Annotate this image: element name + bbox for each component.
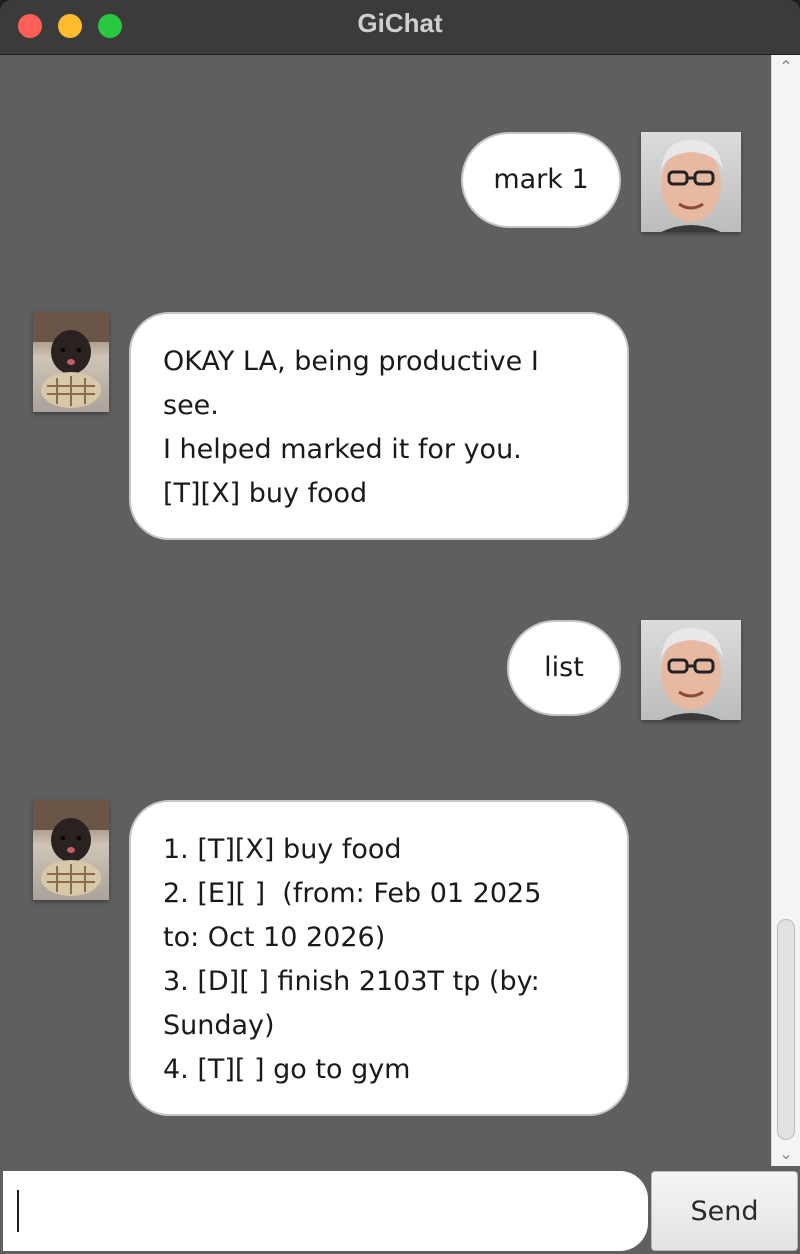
window-title: GiChat — [357, 8, 443, 38]
send-button[interactable]: Send — [651, 1171, 798, 1251]
bot-message-bubble: 1. [T][X] buy food 2. [E][ ] (from: Feb … — [129, 800, 629, 1116]
message-line: [T][X] buy food — [163, 478, 368, 509]
message-text: mark 1 — [493, 164, 589, 195]
message-input[interactable] — [3, 1171, 648, 1251]
message-line: to: Oct 10 2026) — [163, 922, 386, 953]
user-avatar — [641, 620, 741, 720]
message-line: I helped marked it for you. — [163, 434, 522, 465]
scroll-up-icon[interactable]: ⌃ — [772, 55, 800, 79]
message-line: Sunday) — [163, 1010, 275, 1041]
scroll-down-icon[interactable]: ⌄ — [772, 1142, 800, 1166]
text-caret — [17, 1190, 19, 1232]
message-line: 2. [E][ ] (from: Feb 01 2025 — [163, 878, 542, 909]
message-text: list — [544, 652, 584, 683]
message-line: 1. [T][X] buy food — [163, 834, 402, 865]
message-line: see. — [163, 390, 219, 421]
bot-avatar — [33, 312, 109, 412]
user-avatar — [641, 132, 741, 232]
input-bar: Send — [0, 1168, 800, 1254]
message-line: 3. [D][ ] finish 2103T tp (by: — [163, 966, 540, 997]
user-message-bubble: mark 1 — [461, 132, 621, 228]
message-line: 4. [T][ ] go to gym — [163, 1054, 411, 1085]
scrollbar-thumb[interactable] — [777, 919, 795, 1140]
bot-avatar — [33, 800, 109, 900]
bot-message-bubble: OKAY LA, being productive I see. I helpe… — [129, 312, 629, 540]
message-line: OKAY LA, being productive I — [163, 346, 539, 377]
chat-window: GiChat mark 1 OKAY LA, being productive … — [0, 0, 800, 1254]
vertical-scrollbar[interactable]: ⌃ ⌄ — [771, 55, 800, 1166]
title-bar: GiChat — [0, 0, 800, 55]
user-message-bubble: list — [507, 620, 621, 716]
